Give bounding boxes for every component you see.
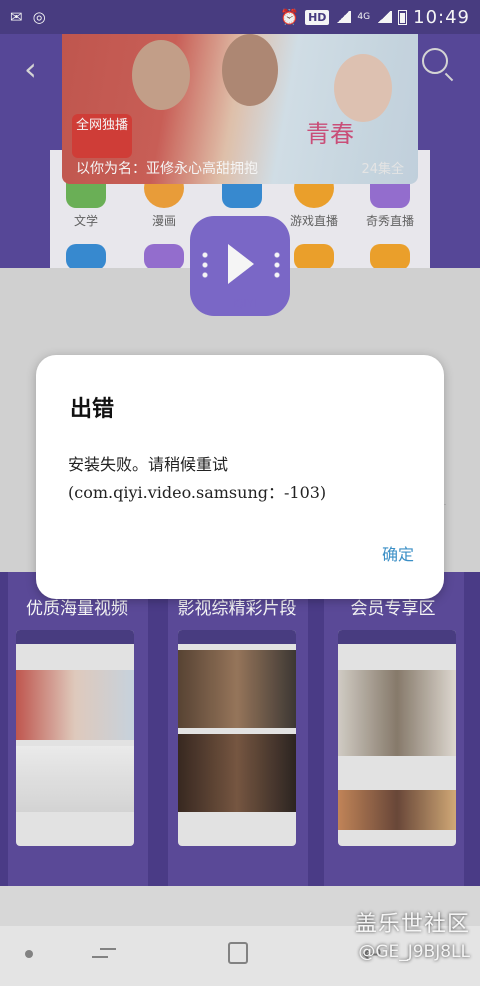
dialog-title: 出错: [70, 396, 115, 422]
screen: ✉ ◎ ⏰ HD 4G 10:49 全网独播 青春 以你为名：亚修永心高甜拥抱 …: [0, 0, 480, 986]
dialog-message: 安装失败。请稍候重试 (com.qiyi.video.samsung：-103): [68, 455, 327, 502]
ok-button[interactable]: 确定: [382, 541, 414, 565]
error-dialog: 出错 安装失败。请稍候重试 (com.qiyi.video.samsung：-1…: [36, 355, 444, 599]
